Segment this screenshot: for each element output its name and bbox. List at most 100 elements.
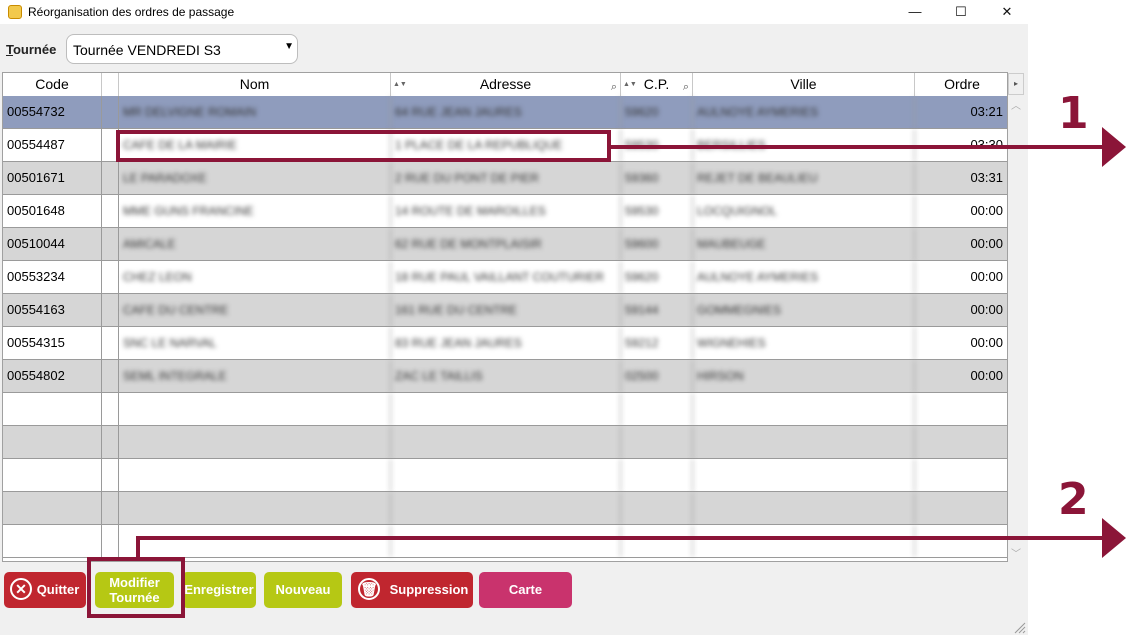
cell-cp bbox=[621, 393, 693, 425]
cell-ordre bbox=[915, 459, 1007, 491]
cell-code: 00553234 bbox=[3, 261, 102, 293]
cell-code bbox=[3, 426, 102, 458]
col-header-ordre[interactable]: Ordre bbox=[915, 73, 1007, 96]
cell-ordre: 00:00 bbox=[970, 269, 1003, 284]
col-header-ville[interactable]: Ville bbox=[693, 73, 915, 96]
cell-ville: HIRSON bbox=[693, 360, 915, 392]
tournee-label: Tournée bbox=[6, 42, 57, 57]
cell-code: 00510044 bbox=[3, 228, 102, 260]
cell-ville: REJET DE BEAULIEU bbox=[693, 162, 915, 194]
cell-spacer bbox=[102, 195, 119, 227]
cell-cp: 02500 bbox=[621, 360, 693, 392]
cell-cp: 59620 bbox=[621, 96, 693, 128]
resize-grip-icon[interactable] bbox=[1012, 620, 1026, 634]
cell-nom bbox=[119, 492, 391, 524]
col-header-cp[interactable]: ▲▼ C.P. ⌕ bbox=[621, 73, 693, 96]
col-header-code[interactable]: Code bbox=[3, 73, 102, 96]
cell-ville: WIGNEHIES bbox=[693, 327, 915, 359]
cell-adresse: ZAC LE TAILLIS bbox=[391, 360, 621, 392]
table-row[interactable]: 00554732 MR DELVIGNE ROMAIN 64 RUE JEAN JA… bbox=[3, 96, 1007, 129]
cell-nom: SEML INTEGRALE bbox=[119, 360, 391, 392]
empty-row[interactable] bbox=[3, 426, 1007, 459]
cell-adresse bbox=[391, 459, 621, 491]
table-row[interactable]: 00501671 LE PARADOXE 2 RUE DU PONT DE PIER… bbox=[3, 162, 1007, 195]
sort-indicator-icon: ▲▼ bbox=[623, 81, 637, 88]
col-header-nom[interactable]: Nom bbox=[119, 73, 391, 96]
cell-cp bbox=[621, 426, 693, 458]
app-icon bbox=[8, 5, 22, 19]
cell-nom bbox=[119, 459, 391, 491]
cell-spacer bbox=[102, 261, 119, 293]
col-header-spacer bbox=[102, 73, 119, 96]
cell-spacer bbox=[102, 228, 119, 260]
cell-ordre: 03:21 bbox=[970, 104, 1003, 119]
cell-cp bbox=[621, 492, 693, 524]
cell-adresse: 62 RUE DE MONTPLAISIR bbox=[391, 228, 621, 260]
cell-ordre: 00:00 bbox=[970, 335, 1003, 350]
cell-code: 00554487 bbox=[3, 129, 102, 161]
table-row[interactable]: 00510044 AMICALE 62 RUE DE MONTPLAISIR 5960… bbox=[3, 228, 1007, 261]
cell-nom bbox=[119, 393, 391, 425]
cell-ville: MAUBEUGE bbox=[693, 228, 915, 260]
empty-row[interactable] bbox=[3, 525, 1007, 558]
cell-code bbox=[3, 393, 102, 425]
empty-row[interactable] bbox=[3, 492, 1007, 525]
grid-header: Code Nom ▲▼ Adresse ⌕ ▲▼ C.P. ⌕ Ville Or… bbox=[3, 73, 1007, 97]
enregistrer-button[interactable]: Enregistrer bbox=[182, 572, 256, 608]
scroll-right-button[interactable]: ▸ bbox=[1008, 73, 1024, 95]
cell-spacer bbox=[102, 459, 119, 491]
cell-cp: 59360 bbox=[621, 162, 693, 194]
cell-spacer bbox=[102, 327, 119, 359]
table-row[interactable]: 00553234 CHEZ LEON 18 RUE PAUL VAILLANT CO… bbox=[3, 261, 1007, 294]
table-row[interactable]: 00501648 MME GUNS FRANCINE 14 ROUTE DE MAR… bbox=[3, 195, 1007, 228]
cell-adresse bbox=[391, 393, 621, 425]
title-bar: Réorganisation des ordres de passage — ☐… bbox=[0, 0, 1028, 24]
cell-spacer bbox=[102, 393, 119, 425]
cell-ordre: 00:00 bbox=[970, 368, 1003, 383]
cell-ville: LOCQUIGNOL bbox=[693, 195, 915, 227]
table-row[interactable]: 00554163 CAFE DU CENTRE 161 RUE DU CENTRE 5… bbox=[3, 294, 1007, 327]
cell-ville: AULNOYE AYMERIES bbox=[693, 96, 915, 128]
cell-ville: AULNOYE AYMERIES bbox=[693, 261, 915, 293]
table-row[interactable]: 00554802 SEML INTEGRALE ZAC LE TAILLIS 0250… bbox=[3, 360, 1007, 393]
cell-code: 00554732 bbox=[3, 96, 102, 128]
cell-cp: 59212 bbox=[621, 327, 693, 359]
table-row[interactable]: 00554315 SNC LE NARVAL 83 RUE JEAN JAURES 5… bbox=[3, 327, 1007, 360]
suppression-button[interactable]: 🗑 Suppression bbox=[351, 572, 473, 608]
chevron-down-icon[interactable]: ▼ bbox=[284, 41, 294, 52]
cell-code bbox=[3, 492, 102, 524]
cell-code bbox=[3, 525, 102, 557]
cell-cp bbox=[621, 459, 693, 491]
cell-adresse: 2 RUE DU PONT DE PIER bbox=[391, 162, 621, 194]
cell-code: 00554315 bbox=[3, 327, 102, 359]
annotation-box-1 bbox=[116, 130, 611, 162]
vertical-scrollbar[interactable]: ︿ ﹀ bbox=[1008, 95, 1024, 562]
tournee-select[interactable]: Tournée VENDREDI S3 ▼ bbox=[66, 34, 298, 64]
scroll-down-icon[interactable]: ﹀ bbox=[1011, 545, 1021, 560]
nouveau-button[interactable]: Nouveau bbox=[264, 572, 342, 608]
cell-ville: GOMMEGNIES bbox=[693, 294, 915, 326]
cell-nom: AMICALE bbox=[119, 228, 391, 260]
maximize-button[interactable]: ☐ bbox=[938, 0, 984, 24]
close-button[interactable]: ✕ bbox=[984, 0, 1030, 24]
minimize-button[interactable]: — bbox=[892, 0, 938, 24]
cell-nom bbox=[119, 525, 391, 557]
cell-cp: 59530 bbox=[621, 195, 693, 227]
cell-code: 00501671 bbox=[3, 162, 102, 194]
quitter-button[interactable]: ✕ Quitter bbox=[4, 572, 86, 608]
empty-row[interactable] bbox=[3, 459, 1007, 492]
empty-row[interactable] bbox=[3, 393, 1007, 426]
cell-adresse bbox=[391, 492, 621, 524]
cell-spacer bbox=[102, 525, 119, 557]
cell-ordre bbox=[915, 525, 1007, 557]
cell-nom: MME GUNS FRANCINE bbox=[119, 195, 391, 227]
col-header-adresse[interactable]: ▲▼ Adresse ⌕ bbox=[391, 73, 621, 96]
cell-code: 00554802 bbox=[3, 360, 102, 392]
carte-button[interactable]: Carte bbox=[479, 572, 572, 608]
cell-nom: CAFE DU CENTRE bbox=[119, 294, 391, 326]
annotation-line-2 bbox=[136, 536, 1108, 540]
cell-ordre: 00:00 bbox=[970, 203, 1003, 218]
scroll-up-icon[interactable]: ︿ bbox=[1011, 97, 1021, 112]
cell-adresse: 83 RUE JEAN JAURES bbox=[391, 327, 621, 359]
cell-cp bbox=[621, 525, 693, 557]
